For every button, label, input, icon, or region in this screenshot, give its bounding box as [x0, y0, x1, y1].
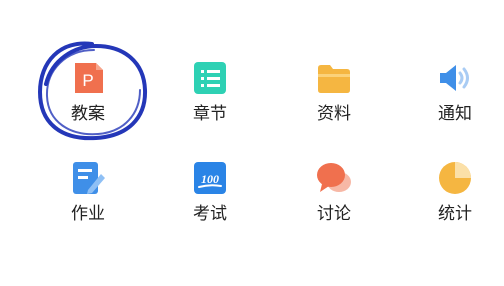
- course-menu-grid: P 教案 章节 资料 通知 作业 100 考试 讨论 统计: [0, 0, 504, 286]
- menu-label-materials: 资料: [317, 104, 351, 124]
- menu-item-statistics[interactable]: 统计: [410, 160, 500, 246]
- list-icon: [194, 62, 226, 94]
- ppt-file-icon: P: [75, 63, 103, 93]
- menu-item-materials[interactable]: 资料: [289, 60, 379, 146]
- homework-icon: [73, 162, 105, 194]
- menu-item-homework[interactable]: 作业: [43, 160, 133, 246]
- exam-100-icon: 100: [194, 162, 226, 194]
- menu-label-homework: 作业: [71, 204, 105, 224]
- ppt-letter: P: [82, 71, 93, 90]
- menu-label-exam: 考试: [193, 204, 227, 224]
- folder-icon: [318, 65, 350, 93]
- menu-label-notice: 通知: [438, 104, 472, 124]
- speaker-icon: [440, 65, 469, 91]
- discussion-icon: [317, 163, 351, 192]
- pie-chart-icon: [439, 162, 471, 194]
- menu-item-discussion[interactable]: 讨论: [289, 160, 379, 246]
- menu-item-lesson-plan[interactable]: P 教案: [43, 60, 133, 146]
- menu-item-exam[interactable]: 100 考试: [165, 160, 255, 246]
- exam-score-text: 100: [201, 172, 219, 186]
- menu-item-chapters[interactable]: 章节: [165, 60, 255, 146]
- menu-label-chapters: 章节: [193, 104, 227, 124]
- menu-label-discussion: 讨论: [317, 204, 351, 224]
- menu-item-notice[interactable]: 通知: [410, 60, 500, 146]
- menu-label-statistics: 统计: [438, 204, 472, 224]
- menu-label-lesson-plan: 教案: [71, 104, 105, 124]
